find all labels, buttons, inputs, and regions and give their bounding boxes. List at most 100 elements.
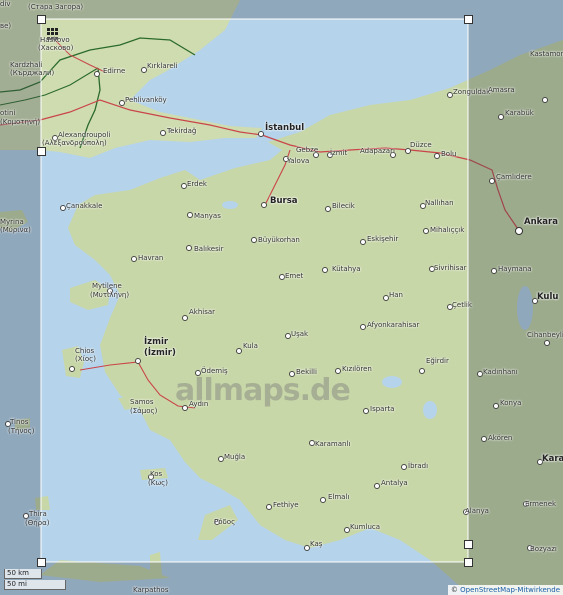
city-dot-egirdir [419, 368, 425, 374]
attribution-link[interactable]: OpenStreetMap-Mitwirkende [460, 586, 560, 594]
city-dot-akoren [481, 436, 487, 442]
city-dot-bilecik [325, 206, 331, 212]
resize-handle-top-left[interactable] [37, 15, 46, 24]
attribution: © OpenStreetMap-Mitwirkende [447, 585, 563, 595]
map-label: (Σάμος) [130, 407, 158, 415]
map-label: (Αλεξανδρούπολη) [42, 139, 107, 147]
city-dot-isparta [363, 408, 369, 414]
map-label: Thira [29, 510, 47, 518]
map-label: Cihanbeyli [527, 331, 563, 339]
map-label: Ödemiş [201, 367, 228, 375]
city-dot-mihaliccik [423, 228, 429, 234]
map-label: Aydın [189, 400, 209, 408]
map-label: Düzce [410, 141, 432, 149]
map-label: Tekirdağ [167, 127, 197, 135]
map-label: (Μύρινα) [0, 226, 31, 234]
city-dot-afyonkarahisar [360, 324, 366, 330]
map-label: (Кърджали) [10, 69, 55, 77]
map-label: Bilecik [332, 202, 355, 210]
map-label: Afyonkarahisar [367, 321, 420, 329]
map-label: Adapazarı [360, 147, 395, 155]
map-label: (Κομοτηνή) [0, 118, 41, 126]
resize-handle-right-mid[interactable] [464, 540, 473, 549]
shade-top [0, 0, 563, 19]
map-label: Emet [285, 272, 304, 280]
city-dot-bekilli [289, 371, 295, 377]
map-label: Kızılören [342, 365, 372, 373]
map-label: Erdek [187, 180, 207, 188]
resize-handle-bottom-left[interactable] [37, 558, 46, 567]
map-label: Zonguldak [453, 88, 491, 96]
city-dot-bolu [434, 153, 440, 159]
map-label: div [0, 0, 11, 8]
map-label: Bekilli [296, 368, 317, 376]
map-label: Muğla [224, 453, 246, 461]
map-label: Chios [75, 347, 95, 355]
map-label-istanbul: İstanbul [265, 123, 305, 133]
map-label: Karabük [505, 109, 534, 117]
city-dot-konya [493, 403, 499, 409]
map-label: Karaman [542, 454, 563, 464]
map-label: Tinos [10, 418, 29, 426]
map-label: Çamlıdere [496, 173, 532, 181]
city-dot-edirne [94, 71, 100, 77]
map-label-ankara: Ankara [524, 217, 558, 227]
map-label: Karamanlı [315, 440, 351, 448]
map-label: Mihalıççık [430, 226, 465, 234]
map-label: Balıkesir [194, 245, 224, 253]
map-label: Gebze [296, 146, 319, 154]
map-label: Kula [243, 342, 258, 350]
city-dot-ibradi [401, 464, 407, 470]
map-label: Bozyazı [530, 545, 557, 553]
map-label: Kütahya [332, 265, 361, 273]
map-label: Kastamonu [530, 50, 563, 58]
map-label: Akhisar [189, 308, 216, 316]
city-dot-haymana [491, 268, 497, 274]
city-dot-cihanbeyli [544, 340, 550, 346]
resize-handle-left-mid[interactable] [37, 147, 46, 156]
shade-left [0, 19, 41, 562]
map-label: Kos [150, 470, 163, 478]
map-label: Alanya [465, 507, 489, 515]
city-dot-balikesir [186, 245, 192, 251]
map-label: Yalova [287, 157, 310, 165]
map-label-bursa: Bursa [270, 196, 298, 206]
lake-beysehir [423, 401, 437, 419]
map-label: Uşak [291, 330, 309, 338]
map-label: Ρόδος [214, 518, 236, 526]
resize-handle-top-right[interactable] [464, 15, 473, 24]
map-label: Mytilene [92, 282, 122, 290]
resize-handle-bottom-right[interactable] [464, 558, 473, 567]
map-label: Eğirdir [426, 357, 449, 365]
map-label: Büyükorhan [258, 236, 300, 244]
map-label: Kadınhanı [483, 368, 518, 376]
city-dot-kutahya [322, 267, 328, 273]
city-dot-kastamonu [542, 97, 548, 103]
map-label: (Стара Загора) [28, 3, 84, 11]
map-label: Manyas [194, 212, 221, 220]
city-dot-kula [236, 348, 242, 354]
map-label: Kırklareli [147, 62, 178, 70]
scale-mi: 50 mi [4, 580, 66, 590]
city-dot-camlidere [489, 178, 495, 184]
city-dot-aydin [182, 405, 188, 411]
shade-right [468, 19, 563, 562]
map-label: Antalya [381, 479, 408, 487]
city-dot-eskisehir [360, 239, 366, 245]
city-dot-manyas [187, 212, 193, 218]
map-label: Isparta [370, 405, 395, 413]
map-label: (Θήρα) [25, 519, 50, 527]
map-label: (Τήνος) [8, 427, 35, 435]
map-label: (Χίος) [75, 355, 97, 363]
city-dot-elmali [320, 497, 326, 503]
city-dot-akhisar [182, 315, 188, 321]
map-label-izmir-local: (İzmir) [144, 348, 176, 358]
map-label: Kulu [537, 292, 559, 302]
map-label: Nallıhan [425, 199, 454, 207]
city-dot-tekirdag [160, 130, 166, 136]
city-dot-antalya [374, 483, 380, 489]
city-dot-buyukorhan [251, 237, 257, 243]
map-label: Pehlivanköy [125, 96, 167, 104]
city-dot-izmir [135, 358, 141, 364]
map-label: Sivrihisar [434, 264, 467, 272]
